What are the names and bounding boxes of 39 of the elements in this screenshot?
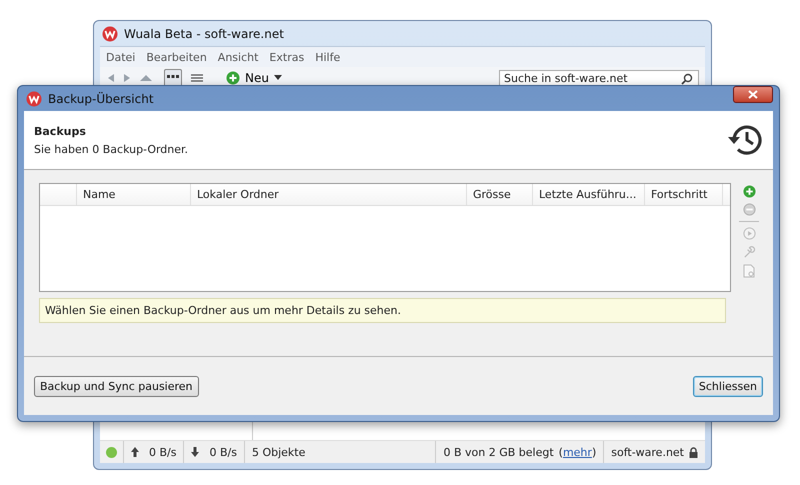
download-rate: 0 B/s — [209, 446, 237, 458]
dialog-title: Backup-Übersicht — [48, 92, 154, 106]
object-count: 5 Objekte — [252, 446, 306, 458]
close-icon — [748, 90, 758, 99]
search-field[interactable]: Suche in soft-ware.net — [499, 70, 699, 86]
search-icon — [681, 72, 693, 84]
app-logo-icon — [102, 26, 118, 42]
upload-rate: 0 B/s — [149, 446, 176, 458]
column-header[interactable]: Grösse — [467, 184, 533, 205]
pause-button[interactable]: Backup und Sync pausieren — [34, 376, 199, 396]
column-header[interactable]: Name — [77, 184, 191, 205]
caret-icon — [274, 75, 282, 81]
account-name: soft-ware.net — [611, 446, 684, 458]
section-title: Backups — [34, 124, 87, 138]
upload-arrow-icon — [131, 447, 139, 457]
column-header[interactable]: Letzte Ausführu... — [533, 184, 645, 205]
info-message: Wählen Sie einen Backup-Ordner aus um mehr Details zu sehen. — [39, 298, 726, 323]
more-link[interactable]: mehr — [562, 446, 592, 458]
download-arrow-icon — [191, 447, 200, 457]
window-title: Wuala Beta - soft-ware.net — [124, 26, 284, 40]
column-header[interactable]: Fortschritt — [645, 184, 723, 205]
column-header[interactable]: Lokaler Ordner — [191, 184, 467, 205]
parenthesis: ) — [592, 446, 596, 458]
list-icon — [191, 73, 203, 83]
close-dialog-button[interactable]: Schliessen — [692, 376, 763, 396]
parenthesis: ( — [558, 446, 563, 458]
lock-icon — [689, 446, 698, 458]
menu-item[interactable]: Datei — [106, 50, 136, 64]
new-button[interactable]: Neu — [222, 71, 286, 85]
menu-item[interactable]: Bearbeiten — [146, 50, 207, 64]
storage-usage: 0 B von 2 GB belegt — [443, 446, 554, 458]
menu-item[interactable]: Hilfe — [315, 50, 340, 64]
section-subtitle: Sie haben 0 Backup-Ordner. — [34, 142, 188, 156]
plus-icon — [226, 71, 240, 85]
menu-item[interactable]: Extras — [269, 50, 304, 64]
close-button[interactable] — [733, 86, 773, 103]
add-button[interactable] — [742, 185, 756, 198]
app-logo-icon — [26, 90, 42, 106]
menu-item[interactable]: Ansicht — [218, 50, 258, 64]
